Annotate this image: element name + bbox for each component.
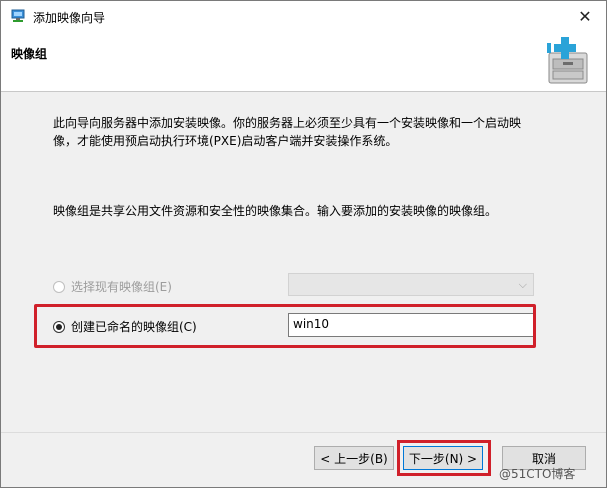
add-image-store-icon [547,37,588,84]
close-button[interactable]: ✕ [567,3,603,29]
page-title: 映像组 [11,47,48,61]
chevron-down-icon: ⌵ [518,278,527,291]
existing-group-option[interactable]: 选择现有映像组(E) [53,278,172,295]
wizard-header: 映像组 [1,31,606,91]
server-app-icon [11,9,25,22]
image-group-description: 映像组是共享公用文件资源和安全性的映像集合。输入要添加的安装映像的映像组。 [53,204,498,218]
title-bar: 添加映像向导 ✕ [1,1,606,31]
wizard-footer: < 上一步(B) 下一步(N) > 取消 @51CTO博客 [1,433,606,487]
existing-group-label: 选择现有映像组(E) [71,280,172,294]
existing-group-dropdown[interactable]: ⌵ [288,273,534,296]
existing-group-radio[interactable] [53,280,65,293]
wizard-content: 此向导向服务器中添加安装映像。你的服务器上必须至少具有一个安装映像和一个启动映像… [1,92,606,432]
annotation-highlight-box-next [397,440,491,476]
wizard-window: 添加映像向导 ✕ 映像组 此向导向服务器中添加安装映像。你的服务器上必须至少具有… [0,0,607,488]
intro-paragraph: 此向导向服务器中添加安装映像。你的服务器上必须至少具有一个安装映像和一个启动映像… [53,116,522,148]
watermark: @51CTO博客 [499,467,576,481]
back-button[interactable]: < 上一步(B) [314,446,394,470]
window-title: 添加映像向导 [33,11,106,25]
close-icon: ✕ [578,6,592,26]
annotation-highlight-box [34,304,536,348]
